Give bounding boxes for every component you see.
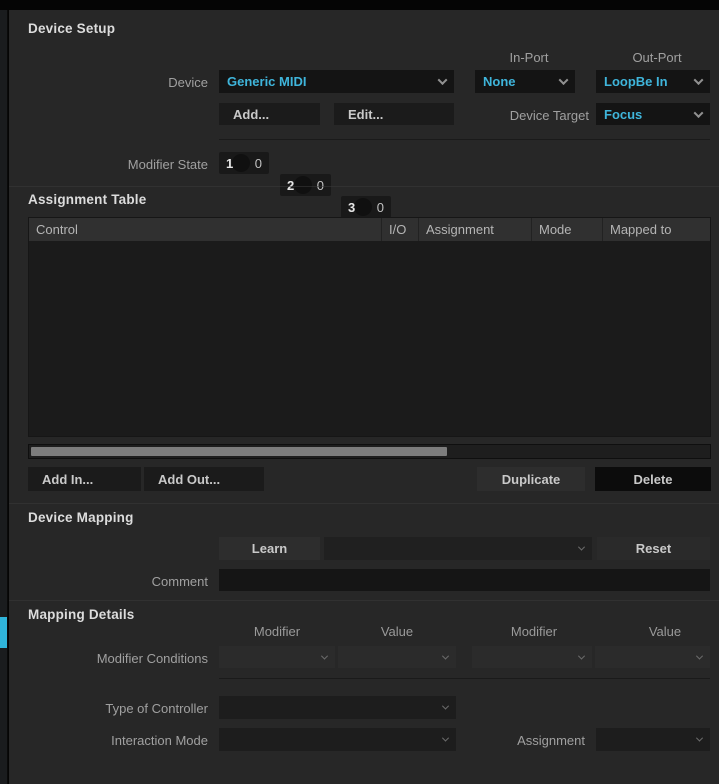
in-port-select-value: None <box>483 74 516 89</box>
chevron-down-icon <box>438 75 448 85</box>
modifier-state-1: 1 0 <box>219 152 269 174</box>
modifier-state-2: 2 0 <box>280 174 331 196</box>
modifier-value: 0 <box>255 156 262 171</box>
modifier-column-header-1: Modifier <box>227 624 327 639</box>
device-select[interactable]: Generic MIDI <box>219 70 454 93</box>
section-title-assignment-table: Assignment Table <box>28 192 146 207</box>
column-header-io[interactable]: I/O <box>382 222 418 237</box>
add-out-button[interactable]: Add Out... <box>144 467 264 491</box>
section-title-mapping-details: Mapping Details <box>28 607 135 622</box>
type-of-controller-label: Type of Controller <box>58 701 208 716</box>
value-column-header-1: Value <box>347 624 447 639</box>
comment-input[interactable] <box>219 569 710 591</box>
out-port-label: Out-Port <box>604 50 710 65</box>
section-title-device-setup: Device Setup <box>28 21 115 36</box>
device-target-label: Device Target <box>439 108 589 123</box>
section-divider <box>9 503 719 504</box>
chevron-down-icon <box>694 108 704 118</box>
interaction-mode-label: Interaction Mode <box>58 733 208 748</box>
chevron-down-icon <box>578 652 585 659</box>
device-label: Device <box>58 75 208 90</box>
value-condition-1-select[interactable] <box>338 646 456 668</box>
section-divider <box>9 186 719 187</box>
column-header-control[interactable]: Control <box>29 222 381 237</box>
device-target-select[interactable]: Focus <box>596 103 710 125</box>
in-port-select[interactable]: None <box>475 70 575 93</box>
add-device-button[interactable]: Add... <box>219 103 320 125</box>
divider <box>219 678 710 679</box>
modifier-conditions-label: Modifier Conditions <box>38 651 208 666</box>
device-select-value: Generic MIDI <box>227 74 306 89</box>
scroll-indicator[interactable] <box>0 617 7 648</box>
modifier-state-3: 3 0 <box>341 196 391 218</box>
left-scroll-rail[interactable] <box>0 10 8 784</box>
edit-device-button[interactable]: Edit... <box>334 103 454 125</box>
section-divider <box>9 600 719 601</box>
chevron-down-icon <box>694 75 704 85</box>
learn-button[interactable]: Learn <box>219 537 320 560</box>
out-port-select-value: LoopBe In <box>604 74 668 89</box>
out-port-select[interactable]: LoopBe In <box>596 70 710 93</box>
chevron-down-icon <box>442 652 449 659</box>
interaction-mode-select[interactable] <box>219 728 456 751</box>
section-title-device-mapping: Device Mapping <box>28 510 134 525</box>
chevron-down-icon <box>321 652 328 659</box>
divider <box>219 139 710 140</box>
assignment-table-body[interactable] <box>29 241 710 436</box>
column-header-mapped-to[interactable]: Mapped to <box>603 222 710 237</box>
modifier-number: 2 <box>287 178 294 193</box>
modifier-state-label: Modifier State <box>58 157 208 172</box>
modifier-value: 0 <box>377 200 384 215</box>
chevron-down-icon <box>578 544 585 551</box>
value-column-header-2: Value <box>615 624 715 639</box>
type-of-controller-select[interactable] <box>219 696 456 719</box>
value-condition-2-select[interactable] <box>595 646 710 668</box>
horizontal-scrollbar[interactable] <box>28 444 711 459</box>
horizontal-scrollbar-thumb[interactable] <box>31 447 447 456</box>
assignment-table[interactable]: Control I/O Assignment Mode Mapped to <box>28 217 711 437</box>
column-header-mode[interactable]: Mode <box>532 222 602 237</box>
chevron-down-icon <box>442 703 449 710</box>
add-in-button[interactable]: Add In... <box>28 467 141 491</box>
controller-manager-panel: Device Setup In-Port Out-Port Device Gen… <box>0 0 719 784</box>
modifier-number: 1 <box>226 156 233 171</box>
modifier-column-header-2: Modifier <box>484 624 584 639</box>
in-port-label: In-Port <box>479 50 579 65</box>
duplicate-button[interactable]: Duplicate <box>477 467 585 491</box>
assignment-table-header: Control I/O Assignment Mode Mapped to <box>29 218 710 241</box>
modifier-number: 3 <box>348 200 355 215</box>
device-target-select-value: Focus <box>604 107 642 122</box>
modifier-value: 0 <box>317 178 324 193</box>
assignment-label: Assignment <box>435 733 585 748</box>
reset-button[interactable]: Reset <box>597 537 710 560</box>
comment-label: Comment <box>58 574 208 589</box>
chevron-down-icon <box>696 652 703 659</box>
modifier-condition-1-select[interactable] <box>219 646 335 668</box>
assignment-select[interactable] <box>596 728 710 751</box>
modifier-condition-2-select[interactable] <box>472 646 592 668</box>
column-header-assignment[interactable]: Assignment <box>419 222 531 237</box>
chevron-down-icon <box>696 735 703 742</box>
delete-button[interactable]: Delete <box>595 467 711 491</box>
learn-target-select[interactable] <box>324 537 592 560</box>
chevron-down-icon <box>559 75 569 85</box>
